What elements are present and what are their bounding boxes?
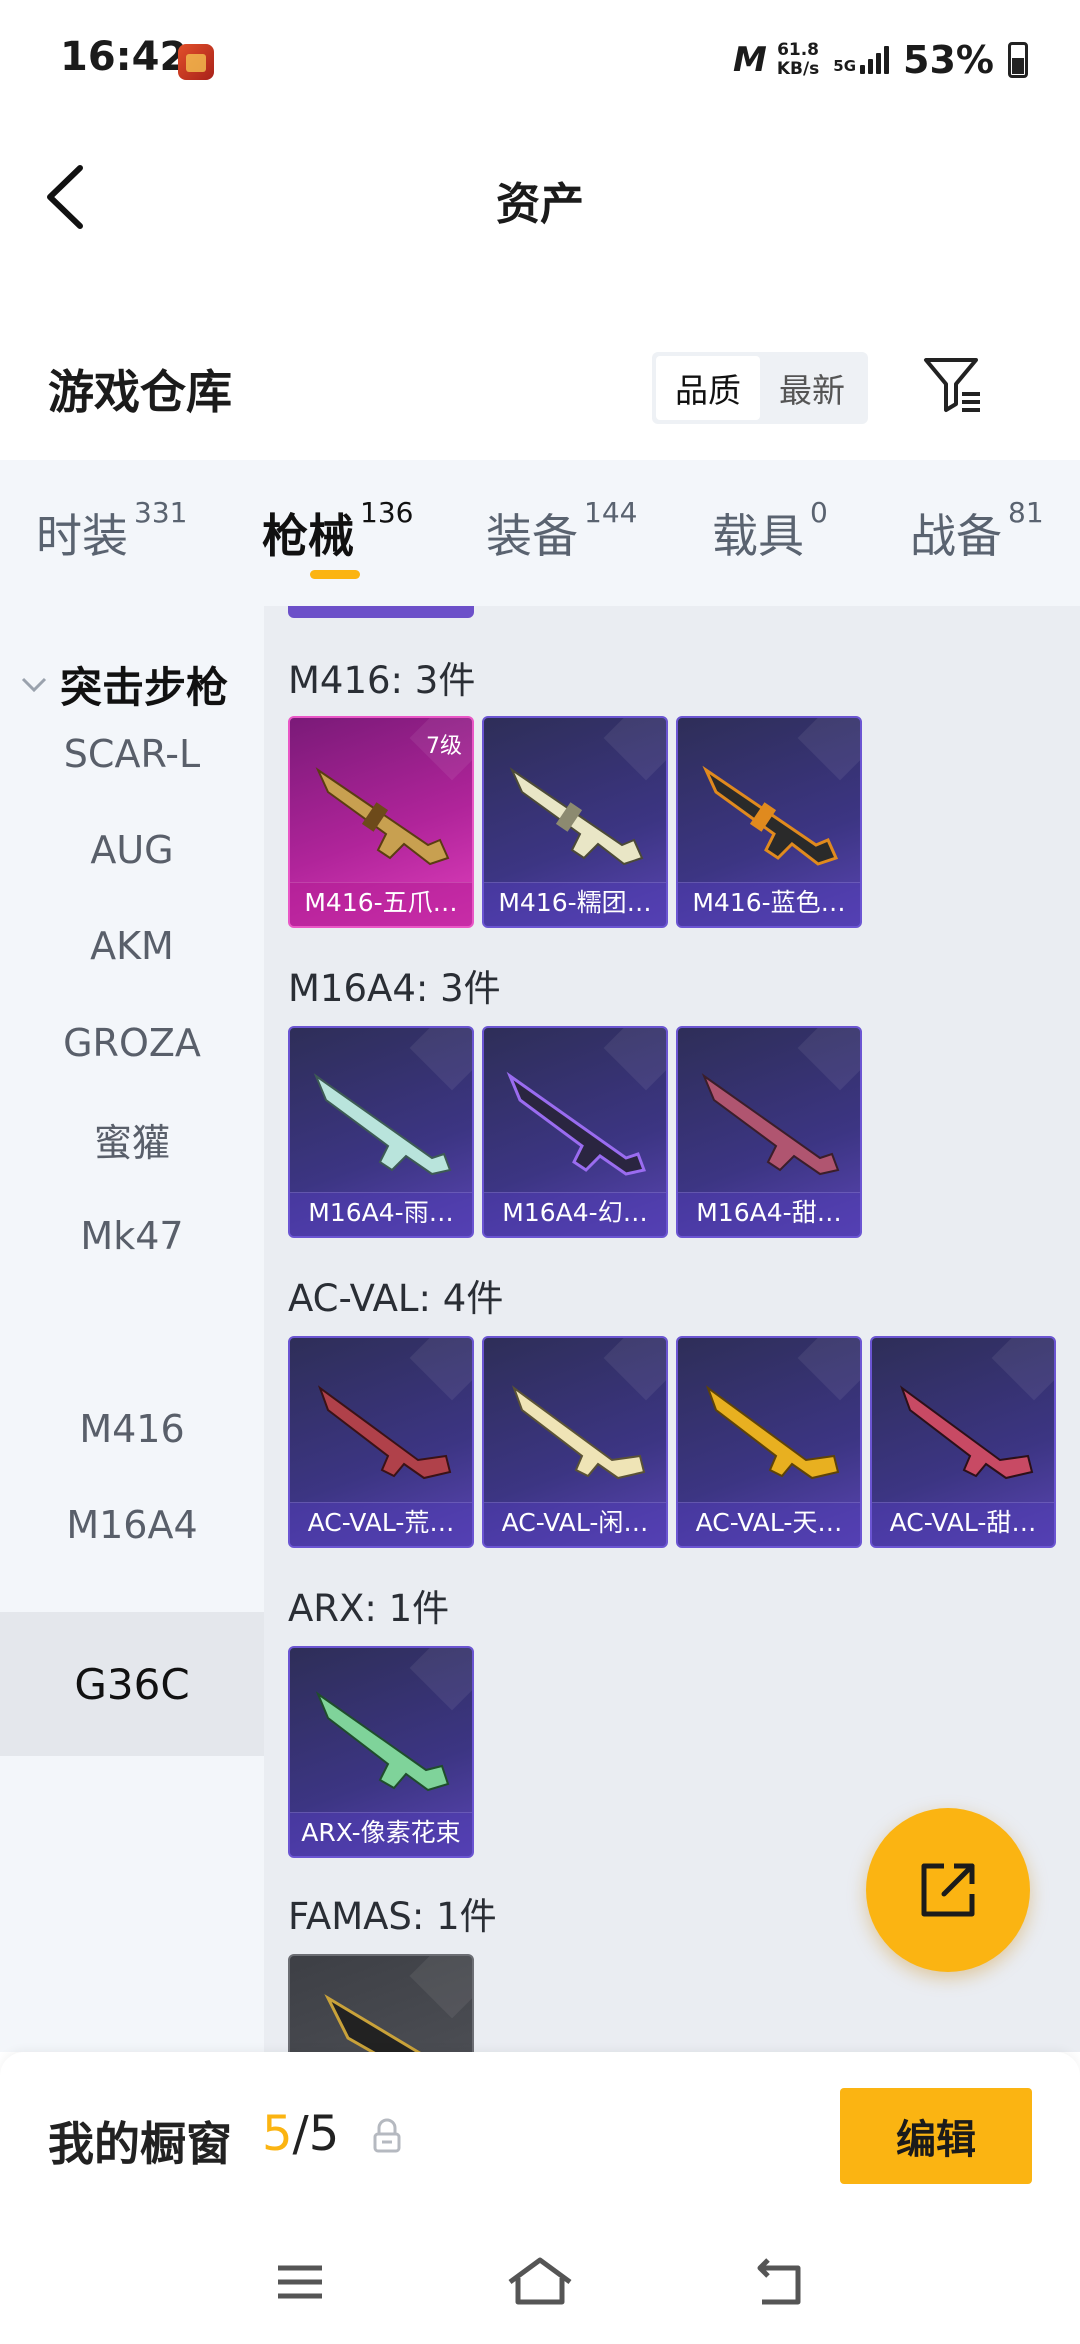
showcase-current: 5 (262, 2106, 293, 2162)
warehouse-title: 游戏仓库 (48, 365, 232, 419)
weapon-name: AC-VAL-天… (678, 1502, 860, 1546)
category-tabs: 时装 331 枪械 136 装备 144 载具 0 战备 81 (0, 460, 1080, 606)
weapon-card[interactable]: AC-VAL-荒… (288, 1336, 474, 1548)
tab-count: 144 (584, 496, 638, 529)
sidebar-item-g36c[interactable]: G36C (0, 1612, 264, 1756)
weapon-name: M16A4-甜… (678, 1192, 860, 1236)
rifle-icon (313, 1073, 452, 1176)
weapon-sidebar: 突击步枪 SCAR-L AUG AKM GROZA 蜜獾 Mk47 G36C M… (0, 606, 264, 2052)
group-label-arx: ARX: 1件 (288, 1587, 450, 1630)
tab-label: 战备 (910, 509, 1002, 563)
sort-newest-button[interactable]: 最新 (760, 356, 864, 420)
tab-label: 枪械 (262, 509, 354, 563)
rifle-icon (506, 1071, 647, 1176)
group-label-m416: M416: 3件 (288, 659, 476, 702)
rifle-icon (899, 1385, 1034, 1480)
weapon-card[interactable]: M16A4-甜… (676, 1026, 862, 1238)
tab-firearms[interactable]: 枪械 136 (262, 496, 413, 566)
battery-percent: 53% (903, 38, 994, 82)
network-type: 5G (833, 57, 857, 75)
sort-toggle: 品质 最新 (652, 352, 868, 424)
showcase-bar: 我的橱窗 5/5 编辑 (0, 2052, 1080, 2216)
rifle-icon (509, 767, 644, 866)
network-speed: 61.8 KB/s (777, 41, 819, 79)
weapon-name: M416-蓝色… (678, 882, 860, 926)
weapon-card[interactable]: 7级 M416-五爪… (288, 716, 474, 928)
showcase-count: 5/5 (262, 2106, 339, 2162)
system-nav-bar (0, 2216, 1080, 2344)
weapon-name: AC-VAL-甜… (872, 1502, 1054, 1546)
tab-equipment[interactable]: 装备 144 (486, 496, 637, 566)
status-time: 16:42 (60, 34, 188, 80)
tab-label: 装备 (486, 509, 578, 563)
weapon-name: M16A4-雨… (290, 1192, 472, 1236)
tab-count: 0 (810, 496, 828, 529)
filter-icon[interactable] (922, 356, 984, 416)
tab-label: 时装 (36, 509, 128, 563)
weapon-card[interactable]: M16A4-雨… (288, 1026, 474, 1238)
share-button[interactable] (866, 1808, 1030, 1972)
tab-supplies[interactable]: 战备 81 (910, 496, 1044, 566)
weapon-name: M16A4-幻… (484, 1192, 666, 1236)
share-icon (921, 1863, 975, 1917)
weapon-name: AC-VAL-闲… (484, 1502, 666, 1546)
tab-label: 载具 (712, 509, 804, 563)
active-tab-indicator (310, 570, 360, 579)
rifle-icon (702, 765, 839, 866)
sort-quality-button[interactable]: 品质 (656, 356, 760, 420)
speed-value: 61.8 (777, 40, 820, 60)
rifle-icon (324, 1994, 421, 2052)
sidebar-item-m16a4[interactable]: M16A4 (0, 1453, 264, 1597)
home-icon[interactable] (500, 2252, 580, 2312)
rifle-icon (705, 1385, 840, 1480)
weapon-name: M416-糯团… (484, 882, 666, 926)
weapon-name: ARX-像素花束 (290, 1812, 472, 1856)
tab-count: 331 (134, 496, 188, 529)
page-title: 资产 (496, 179, 584, 230)
weapon-card[interactable]: AC-VAL-甜… (870, 1336, 1056, 1548)
lock-icon (373, 2118, 401, 2153)
status-indicators: M 61.8 KB/s 5G 53% (733, 38, 1028, 82)
tab-vehicles[interactable]: 载具 0 (712, 496, 828, 566)
rifle-icon (315, 767, 450, 866)
rifle-icon (315, 1691, 450, 1792)
weapon-card[interactable]: AC-VAL-天… (676, 1336, 862, 1548)
weapon-card[interactable]: M16A4-幻… (482, 1026, 668, 1238)
battery-icon (1008, 42, 1028, 78)
rifle-icon (511, 1385, 646, 1480)
group-label-ac-val: AC-VAL: 4件 (288, 1277, 504, 1320)
tab-count: 136 (360, 496, 414, 529)
sidebar-item-mk47[interactable]: Mk47 (0, 1164, 264, 1308)
status-bar: 16:42 M 61.8 KB/s 5G 53% (0, 0, 1080, 120)
weapon-name: AC-VAL-荒… (290, 1502, 472, 1546)
edit-button[interactable]: 编辑 (840, 2088, 1032, 2184)
speed-unit: KB/s (776, 59, 820, 79)
tab-fashion[interactable]: 时装 331 (36, 496, 187, 566)
group-label-m16a4: M16A4: 3件 (288, 967, 501, 1010)
network-brand-icon: M (732, 40, 767, 80)
tab-count: 81 (1008, 496, 1044, 529)
weapon-card[interactable]: AC-VAL-闲… (482, 1336, 668, 1548)
signal-group: 5G (833, 46, 890, 75)
rifle-icon (701, 1073, 840, 1176)
back-nav-icon[interactable] (740, 2252, 820, 2312)
signal-icon (860, 46, 890, 74)
app-header: 资产 (0, 120, 1080, 280)
weapon-card[interactable]: M416-蓝色… (676, 716, 862, 928)
showcase-total: /5 (292, 2106, 340, 2162)
menu-icon[interactable] (260, 2252, 340, 2312)
group-label-famas: FAMAS: 1件 (288, 1895, 497, 1938)
weapon-name: M416-五爪… (290, 882, 472, 926)
weapon-card[interactable] (288, 1954, 474, 2052)
weapon-card[interactable]: ARX-像素花束 (288, 1646, 474, 1858)
showcase-label: 我的橱窗 (48, 2117, 232, 2171)
weapon-card[interactable]: M416-糯团… (482, 716, 668, 928)
rifle-icon (317, 1385, 452, 1480)
game-notification-icon (178, 44, 214, 80)
previous-card-edge (288, 606, 474, 618)
